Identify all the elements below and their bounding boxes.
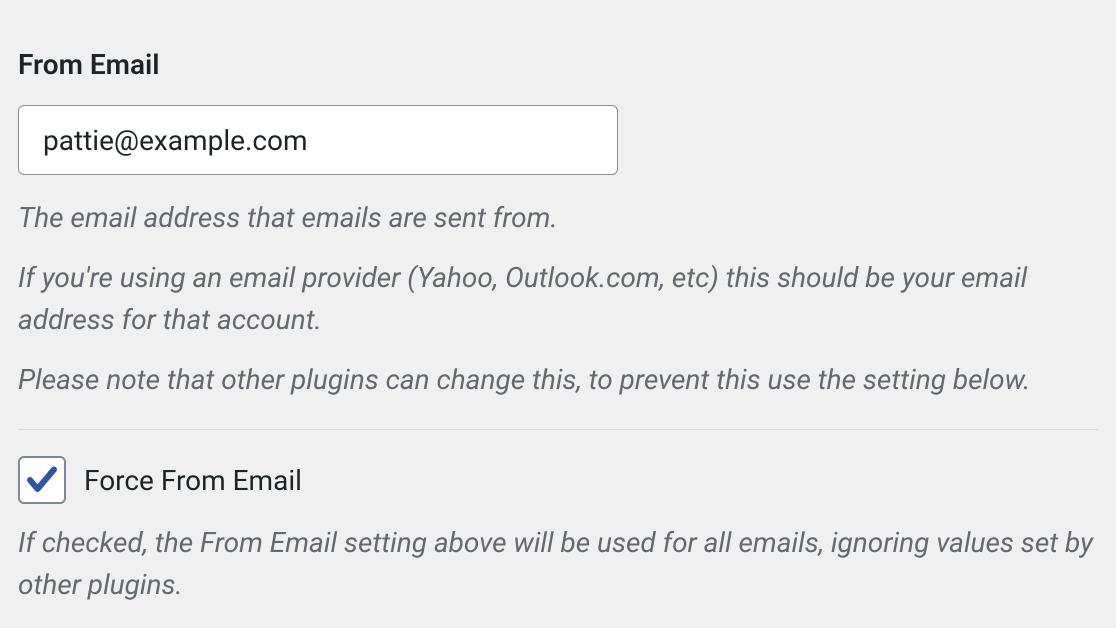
from-email-section: From Email The email address that emails…: [18, 48, 1098, 401]
from-email-help: The email address that emails are sent f…: [18, 197, 1098, 401]
force-from-email-help: If checked, the From Email setting above…: [18, 522, 1098, 606]
force-from-email-label[interactable]: Force From Email: [84, 464, 302, 497]
section-divider: [18, 429, 1098, 430]
force-from-email-section: Force From Email If checked, the From Em…: [18, 456, 1098, 606]
checkbox-wrap: [18, 456, 66, 504]
force-from-email-checkbox[interactable]: [18, 456, 66, 504]
help-text-line: The email address that emails are sent f…: [18, 197, 1098, 239]
help-text-line: If checked, the From Email setting above…: [18, 522, 1098, 606]
help-text-line: If you're using an email provider (Yahoo…: [18, 257, 1098, 341]
from-email-label: From Email: [18, 48, 1098, 81]
force-from-email-row: Force From Email: [18, 456, 1098, 504]
from-email-input[interactable]: [18, 105, 618, 175]
help-text-line: Please note that other plugins can chang…: [18, 359, 1098, 401]
